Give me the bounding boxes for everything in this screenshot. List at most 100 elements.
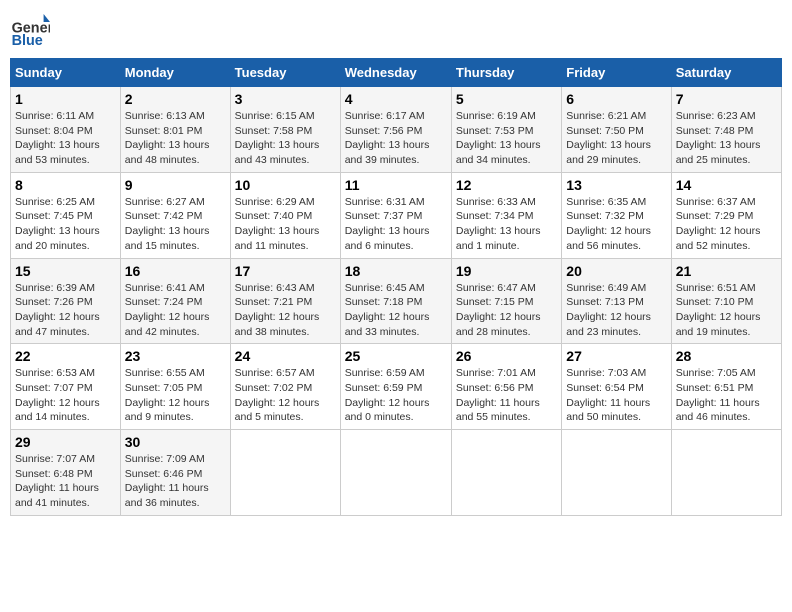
calendar-cell bbox=[562, 430, 671, 516]
header-wednesday: Wednesday bbox=[340, 59, 451, 87]
header-thursday: Thursday bbox=[451, 59, 561, 87]
calendar-week-row: 15 Sunrise: 6:39 AM Sunset: 7:26 PM Dayli… bbox=[11, 258, 782, 344]
svg-text:Blue: Blue bbox=[12, 33, 43, 49]
day-number: 23 bbox=[125, 348, 226, 364]
calendar-cell: 27 Sunrise: 7:03 AM Sunset: 6:54 PM Dayli… bbox=[562, 344, 671, 430]
day-info: Sunrise: 7:01 AM Sunset: 6:56 PM Dayligh… bbox=[456, 366, 557, 425]
calendar-cell: 5 Sunrise: 6:19 AM Sunset: 7:53 PM Daylig… bbox=[451, 87, 561, 173]
calendar-cell: 4 Sunrise: 6:17 AM Sunset: 7:56 PM Daylig… bbox=[340, 87, 451, 173]
day-number: 4 bbox=[345, 91, 447, 107]
day-info: Sunrise: 6:31 AM Sunset: 7:37 PM Dayligh… bbox=[345, 195, 447, 254]
day-number: 17 bbox=[235, 263, 336, 279]
day-number: 3 bbox=[235, 91, 336, 107]
calendar-cell: 21 Sunrise: 6:51 AM Sunset: 7:10 PM Dayli… bbox=[671, 258, 781, 344]
calendar-cell: 19Sunrise: 6:47 AM Sunset: 7:15 PM Dayli… bbox=[451, 258, 561, 344]
logo-icon: General Blue bbox=[10, 10, 50, 50]
calendar-cell: 8 Sunrise: 6:25 AM Sunset: 7:45 PM Daylig… bbox=[11, 172, 121, 258]
day-number: 14 bbox=[676, 177, 777, 193]
calendar-cell bbox=[340, 430, 451, 516]
day-info: Sunrise: 6:59 AM Sunset: 6:59 PM Dayligh… bbox=[345, 366, 447, 425]
day-number: 8 bbox=[15, 177, 116, 193]
day-info: Sunrise: 6:33 AM Sunset: 7:34 PM Dayligh… bbox=[456, 195, 557, 254]
day-info: Sunrise: 7:05 AM Sunset: 6:51 PM Dayligh… bbox=[676, 366, 777, 425]
calendar-cell: 11 Sunrise: 6:31 AM Sunset: 7:37 PM Dayli… bbox=[340, 172, 451, 258]
calendar-cell: 7Sunrise: 6:23 AM Sunset: 7:48 PM Daylig… bbox=[671, 87, 781, 173]
day-info: Sunrise: 6:13 AM Sunset: 8:01 PM Dayligh… bbox=[125, 109, 226, 168]
calendar-week-row: 1 Sunrise: 6:11 AM Sunset: 8:04 PM Daylig… bbox=[11, 87, 782, 173]
day-number: 6 bbox=[566, 91, 666, 107]
day-info: Sunrise: 6:45 AM Sunset: 7:18 PM Dayligh… bbox=[345, 281, 447, 340]
day-number: 13 bbox=[566, 177, 666, 193]
day-number: 26 bbox=[456, 348, 557, 364]
day-info: Sunrise: 6:37 AM Sunset: 7:29 PM Dayligh… bbox=[676, 195, 777, 254]
day-info: Sunrise: 6:21 AM Sunset: 7:50 PM Dayligh… bbox=[566, 109, 666, 168]
calendar-cell: 15 Sunrise: 6:39 AM Sunset: 7:26 PM Dayli… bbox=[11, 258, 121, 344]
day-number: 30 bbox=[125, 434, 226, 450]
calendar-table: SundayMondayTuesdayWednesdayThursdayFrid… bbox=[10, 58, 782, 516]
calendar-cell: 25 Sunrise: 6:59 AM Sunset: 6:59 PM Dayli… bbox=[340, 344, 451, 430]
day-info: Sunrise: 6:19 AM Sunset: 7:53 PM Dayligh… bbox=[456, 109, 557, 168]
day-number: 20 bbox=[566, 263, 666, 279]
day-number: 28 bbox=[676, 348, 777, 364]
day-number: 12 bbox=[456, 177, 557, 193]
calendar-cell: 17 Sunrise: 6:43 AM Sunset: 7:21 PM Dayli… bbox=[230, 258, 340, 344]
day-info: Sunrise: 6:55 AM Sunset: 7:05 PM Dayligh… bbox=[125, 366, 226, 425]
calendar-header-row: SundayMondayTuesdayWednesdayThursdayFrid… bbox=[11, 59, 782, 87]
day-info: Sunrise: 6:39 AM Sunset: 7:26 PM Dayligh… bbox=[15, 281, 116, 340]
header-monday: Monday bbox=[120, 59, 230, 87]
calendar-cell: 28 Sunrise: 7:05 AM Sunset: 6:51 PM Dayli… bbox=[671, 344, 781, 430]
header-saturday: Saturday bbox=[671, 59, 781, 87]
calendar-cell: 29 Sunrise: 7:07 AM Sunset: 6:48 PM Dayli… bbox=[11, 430, 121, 516]
calendar-cell: 13Sunrise: 6:35 AM Sunset: 7:32 PM Dayli… bbox=[562, 172, 671, 258]
calendar-cell: 6 Sunrise: 6:21 AM Sunset: 7:50 PM Daylig… bbox=[562, 87, 671, 173]
calendar-cell: 24 Sunrise: 6:57 AM Sunset: 7:02 PM Dayli… bbox=[230, 344, 340, 430]
header-sunday: Sunday bbox=[11, 59, 121, 87]
day-info: Sunrise: 6:25 AM Sunset: 7:45 PM Dayligh… bbox=[15, 195, 116, 254]
day-info: Sunrise: 6:17 AM Sunset: 7:56 PM Dayligh… bbox=[345, 109, 447, 168]
day-number: 27 bbox=[566, 348, 666, 364]
day-number: 29 bbox=[15, 434, 116, 450]
day-info: Sunrise: 6:51 AM Sunset: 7:10 PM Dayligh… bbox=[676, 281, 777, 340]
day-number: 9 bbox=[125, 177, 226, 193]
day-number: 10 bbox=[235, 177, 336, 193]
calendar-cell: 3 Sunrise: 6:15 AM Sunset: 7:58 PM Daylig… bbox=[230, 87, 340, 173]
calendar-cell: 18 Sunrise: 6:45 AM Sunset: 7:18 PM Dayli… bbox=[340, 258, 451, 344]
calendar-cell bbox=[451, 430, 561, 516]
day-number: 22 bbox=[15, 348, 116, 364]
calendar-cell: 14 Sunrise: 6:37 AM Sunset: 7:29 PM Dayli… bbox=[671, 172, 781, 258]
day-info: Sunrise: 6:49 AM Sunset: 7:13 PM Dayligh… bbox=[566, 281, 666, 340]
day-number: 15 bbox=[15, 263, 116, 279]
day-number: 25 bbox=[345, 348, 447, 364]
day-number: 24 bbox=[235, 348, 336, 364]
day-number: 5 bbox=[456, 91, 557, 107]
day-number: 18 bbox=[345, 263, 447, 279]
day-number: 21 bbox=[676, 263, 777, 279]
header-tuesday: Tuesday bbox=[230, 59, 340, 87]
day-info: Sunrise: 6:11 AM Sunset: 8:04 PM Dayligh… bbox=[15, 109, 116, 168]
day-info: Sunrise: 6:23 AM Sunset: 7:48 PM Dayligh… bbox=[676, 109, 777, 168]
day-info: Sunrise: 6:47 AM Sunset: 7:15 PM Dayligh… bbox=[456, 281, 557, 340]
calendar-cell: 1 Sunrise: 6:11 AM Sunset: 8:04 PM Daylig… bbox=[11, 87, 121, 173]
day-info: Sunrise: 6:29 AM Sunset: 7:40 PM Dayligh… bbox=[235, 195, 336, 254]
day-info: Sunrise: 7:07 AM Sunset: 6:48 PM Dayligh… bbox=[15, 452, 116, 511]
day-info: Sunrise: 6:43 AM Sunset: 7:21 PM Dayligh… bbox=[235, 281, 336, 340]
day-number: 2 bbox=[125, 91, 226, 107]
day-info: Sunrise: 6:41 AM Sunset: 7:24 PM Dayligh… bbox=[125, 281, 226, 340]
day-info: Sunrise: 6:53 AM Sunset: 7:07 PM Dayligh… bbox=[15, 366, 116, 425]
day-info: Sunrise: 6:15 AM Sunset: 7:58 PM Dayligh… bbox=[235, 109, 336, 168]
calendar-cell: 20 Sunrise: 6:49 AM Sunset: 7:13 PM Dayli… bbox=[562, 258, 671, 344]
day-info: Sunrise: 7:09 AM Sunset: 6:46 PM Dayligh… bbox=[125, 452, 226, 511]
page-header: General Blue bbox=[10, 10, 782, 50]
day-info: Sunrise: 7:03 AM Sunset: 6:54 PM Dayligh… bbox=[566, 366, 666, 425]
day-info: Sunrise: 6:57 AM Sunset: 7:02 PM Dayligh… bbox=[235, 366, 336, 425]
calendar-week-row: 29 Sunrise: 7:07 AM Sunset: 6:48 PM Dayli… bbox=[11, 430, 782, 516]
logo: General Blue bbox=[10, 10, 54, 50]
day-number: 11 bbox=[345, 177, 447, 193]
calendar-cell: 12 Sunrise: 6:33 AM Sunset: 7:34 PM Dayli… bbox=[451, 172, 561, 258]
calendar-cell bbox=[230, 430, 340, 516]
day-number: 1 bbox=[15, 91, 116, 107]
calendar-cell: 22 Sunrise: 6:53 AM Sunset: 7:07 PM Dayli… bbox=[11, 344, 121, 430]
calendar-cell: 16Sunrise: 6:41 AM Sunset: 7:24 PM Dayli… bbox=[120, 258, 230, 344]
calendar-cell: 30 Sunrise: 7:09 AM Sunset: 6:46 PM Dayli… bbox=[120, 430, 230, 516]
calendar-week-row: 22 Sunrise: 6:53 AM Sunset: 7:07 PM Dayli… bbox=[11, 344, 782, 430]
